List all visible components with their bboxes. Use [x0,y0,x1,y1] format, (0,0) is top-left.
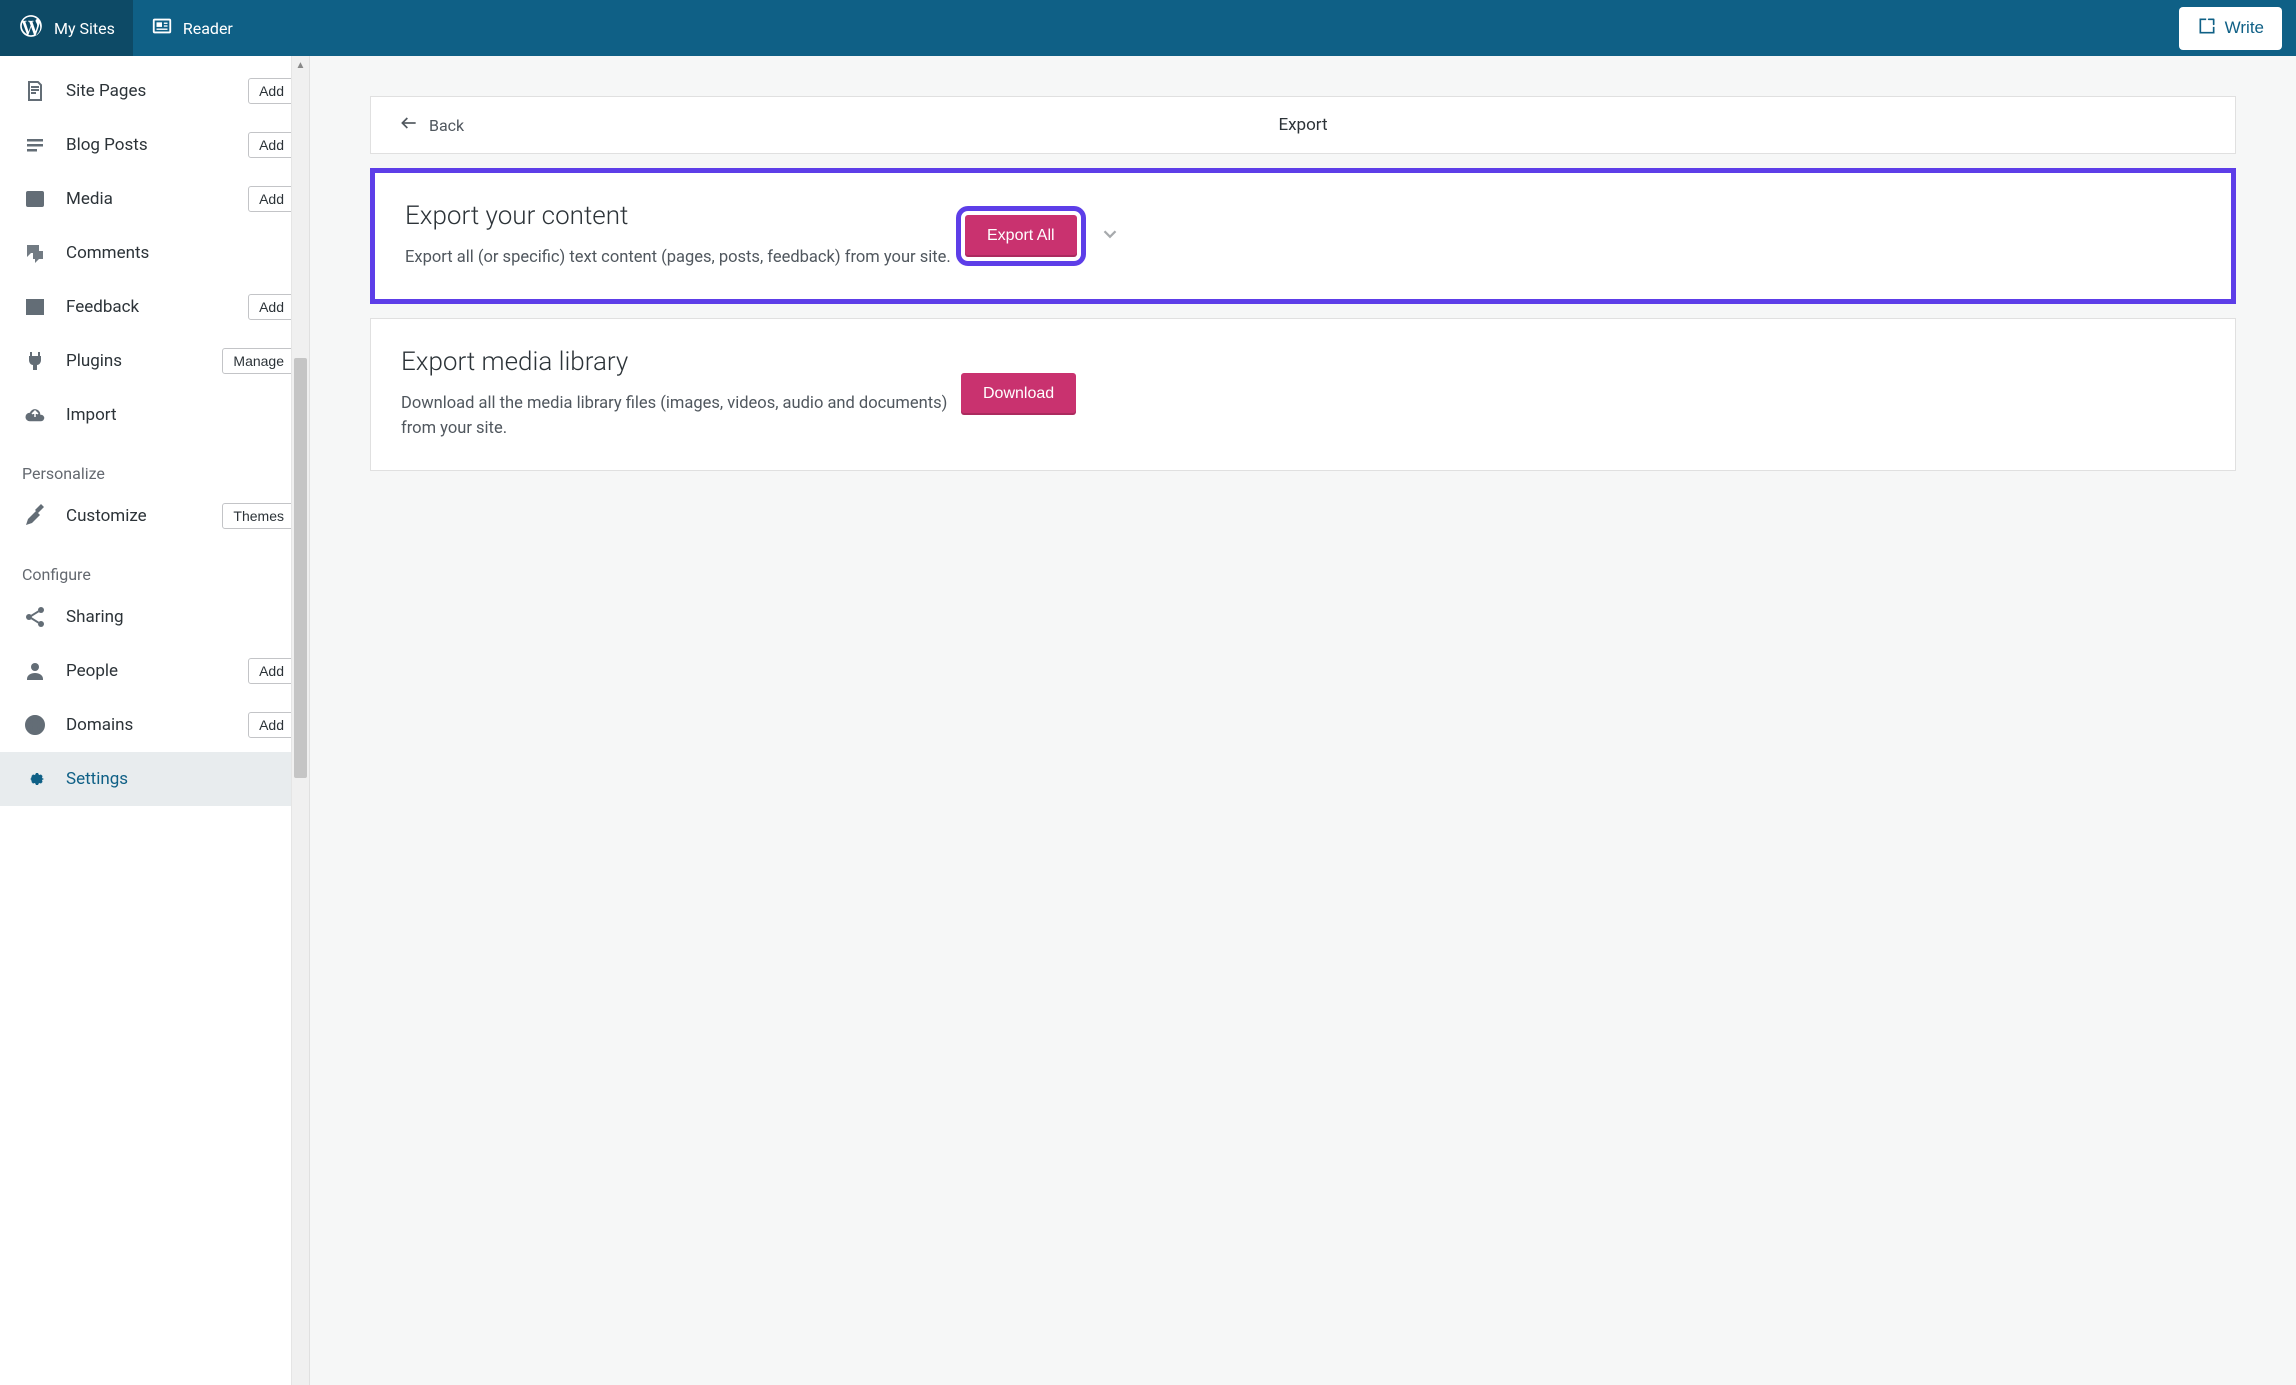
download-button[interactable]: Download [961,373,1076,415]
sidebar-item-label: Site Pages [66,81,248,101]
add-button[interactable]: Add [248,78,295,104]
sidebar-item-label: Customize [66,506,222,526]
sidebar-item-label: Comments [66,243,295,263]
sidebar-item-feedback[interactable]: Feedback Add [0,280,309,334]
add-button[interactable]: Add [248,132,295,158]
sidebar-item-label: Import [66,405,295,425]
my-sites-link[interactable]: My Sites [0,0,133,56]
sidebar: Site Pages Add Blog Posts Add Media Add … [0,56,310,1385]
topbar-left: My Sites Reader [0,0,251,56]
sidebar-item-sharing[interactable]: Sharing [0,590,309,644]
my-sites-label: My Sites [54,19,115,38]
wordpress-icon [18,13,44,43]
settings-icon [22,766,48,792]
card-actions: Download [961,373,1076,415]
sidebar-item-label: Settings [66,769,295,789]
reader-link[interactable]: Reader [133,0,251,56]
people-icon [22,658,48,684]
topbar: My Sites Reader Write [0,0,2296,56]
card-actions: Export All [965,215,1121,257]
reader-icon [151,15,173,41]
add-button[interactable]: Add [248,712,295,738]
media-icon [22,186,48,212]
sidebar-item-label: Plugins [66,351,222,371]
sidebar-section-personalize: Personalize [0,442,309,489]
export-all-button[interactable]: Export All [965,215,1077,257]
sidebar-item-customize[interactable]: Customize Themes [0,489,309,543]
sidebar-item-people[interactable]: People Add [0,644,309,698]
chevron-down-icon[interactable] [1099,223,1121,249]
sidebar-item-import[interactable]: Import [0,388,309,442]
customize-icon [22,503,48,529]
sidebar-list: Site Pages Add Blog Posts Add Media Add … [0,56,309,806]
sidebar-item-plugins[interactable]: Plugins Manage [0,334,309,388]
card-text: Export media library Download all the me… [401,347,961,442]
scrollbar[interactable]: ▲ [291,56,309,1385]
reader-label: Reader [183,19,233,38]
posts-icon [22,132,48,158]
page-title: Export [1278,115,1327,135]
themes-button[interactable]: Themes [222,503,295,529]
sidebar-item-label: Domains [66,715,248,735]
sidebar-section-configure: Configure [0,543,309,590]
layout: Site Pages Add Blog Posts Add Media Add … [0,56,2296,1385]
sidebar-item-comments[interactable]: Comments [0,226,309,280]
arrow-left-icon [399,113,419,137]
back-button[interactable]: Back [371,97,492,153]
sidebar-item-settings[interactable]: Settings [0,752,309,806]
card-desc: Download all the media library files (im… [401,391,961,442]
scroll-thumb[interactable] [294,358,307,778]
sidebar-item-label: Media [66,189,248,209]
sidebar-item-blog-posts[interactable]: Blog Posts Add [0,118,309,172]
add-button[interactable]: Add [248,658,295,684]
main-content: Back Export Export your content Export a… [310,56,2296,1385]
add-button[interactable]: Add [248,186,295,212]
write-icon [2197,16,2217,41]
feedback-icon [22,294,48,320]
export-media-card: Export media library Download all the me… [370,318,2236,471]
sidebar-item-label: Feedback [66,297,248,317]
page-header: Back Export [370,96,2236,154]
page-icon [22,78,48,104]
card-text: Export your content Export all (or speci… [405,201,965,271]
sidebar-item-label: Sharing [66,607,295,627]
comments-icon [22,240,48,266]
sidebar-item-domains[interactable]: Domains Add [0,698,309,752]
domains-icon [22,712,48,738]
plugins-icon [22,348,48,374]
sidebar-item-media[interactable]: Media Add [0,172,309,226]
card-title: Export your content [405,201,965,231]
card-title: Export media library [401,347,961,377]
import-icon [22,402,48,428]
export-content-card: Export your content Export all (or speci… [370,168,2236,304]
sharing-icon [22,604,48,630]
write-button[interactable]: Write [2179,7,2282,50]
sidebar-item-label: People [66,661,248,681]
scroll-up-icon[interactable]: ▲ [292,56,309,74]
sidebar-item-label: Blog Posts [66,135,248,155]
write-label: Write [2225,18,2264,38]
manage-button[interactable]: Manage [222,348,295,374]
sidebar-item-site-pages[interactable]: Site Pages Add [0,64,309,118]
back-label: Back [429,116,464,135]
card-desc: Export all (or specific) text content (p… [405,245,965,271]
topbar-right: Write [2179,7,2296,50]
add-button[interactable]: Add [248,294,295,320]
